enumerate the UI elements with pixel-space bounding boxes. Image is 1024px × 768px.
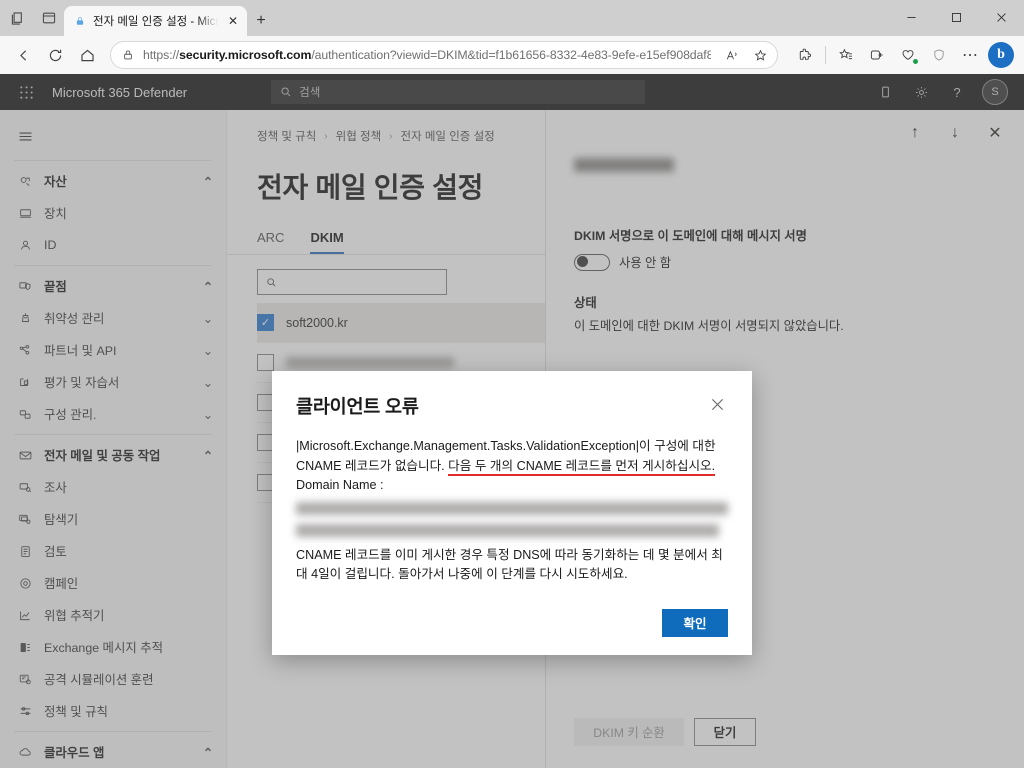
window-close-button[interactable] (979, 0, 1024, 34)
browser-titlebar: 전자 메일 인증 설정 - Microsoft : ✕ + (0, 0, 1024, 36)
tab-title: 전자 메일 인증 설정 - Microsoft : (93, 16, 218, 28)
tab-lock-icon (74, 15, 86, 27)
dialog-header: 클라이언트 오류 (296, 393, 728, 419)
window-controls (889, 0, 1024, 34)
navbar-right-icons: ⋯ b (786, 40, 1016, 70)
dialog-title: 클라이언트 오류 (296, 396, 419, 417)
confirm-button[interactable]: 확인 (662, 608, 728, 637)
navbar-divider (825, 46, 826, 64)
extensions-icon[interactable] (790, 40, 820, 70)
health-badge-dot (912, 58, 919, 65)
dialog-close-icon[interactable] (706, 393, 728, 415)
home-button[interactable] (72, 40, 102, 70)
cname-record-line (296, 523, 720, 537)
back-button[interactable] (8, 40, 38, 70)
browser-health-icon[interactable] (893, 40, 923, 70)
address-bar[interactable]: https://security.microsoft.com/authentic… (110, 41, 778, 69)
favorite-star-icon[interactable] (747, 42, 773, 68)
page-content: Microsoft 365 Defender 검색 ? S 자산 ⌃ 장치 ID… (0, 74, 1024, 768)
dialog-footer: 확인 (296, 608, 728, 637)
collections-icon[interactable] (831, 40, 861, 70)
bing-copilot-icon[interactable]: b (986, 40, 1016, 70)
browser-tab-active[interactable]: 전자 메일 인증 설정 - Microsoft : ✕ (64, 6, 247, 36)
new-tab-button[interactable]: + (247, 6, 275, 36)
profile-shield-icon[interactable] (924, 40, 954, 70)
browser-window: 전자 메일 인증 설정 - Microsoft : ✕ + (0, 0, 1024, 768)
bing-logo: b (988, 42, 1014, 68)
cname-record-line (296, 501, 728, 515)
tab-actions-icon[interactable] (8, 9, 26, 27)
dialog-message-secondary: CNAME 레코드를 이미 게시한 경우 특정 DNS에 따라 동기화하는 데 … (296, 547, 723, 582)
dialog-message-underlined: 다음 두 개의 CNAME 레코드를 먼저 게시하십시오. (448, 458, 716, 476)
browser-essentials-icon[interactable] (862, 40, 892, 70)
dialog-message-primary: |Microsoft.Exchange.Management.Tasks.Val… (296, 437, 728, 496)
window-minimize-button[interactable] (889, 0, 934, 34)
dialog-message-part2: Domain Name : (296, 478, 384, 493)
client-error-dialog: 클라이언트 오류 |Microsoft.Exchange.Management.… (272, 371, 752, 655)
address-bar-actions (719, 42, 773, 68)
settings-more-icon[interactable]: ⋯ (955, 40, 985, 70)
window-maximize-button[interactable] (934, 0, 979, 34)
address-bar-url: https://security.microsoft.com/authentic… (143, 48, 711, 62)
dialog-cname-records-redacted (296, 501, 728, 537)
titlebar-left-buttons (0, 0, 64, 36)
split-screen-icon[interactable] (40, 9, 58, 27)
site-lock-icon (121, 48, 135, 62)
reload-button[interactable] (40, 40, 70, 70)
tab-close-icon[interactable]: ✕ (225, 13, 241, 29)
read-aloud-icon[interactable] (719, 42, 745, 68)
browser-navbar: https://security.microsoft.com/authentic… (0, 36, 1024, 74)
